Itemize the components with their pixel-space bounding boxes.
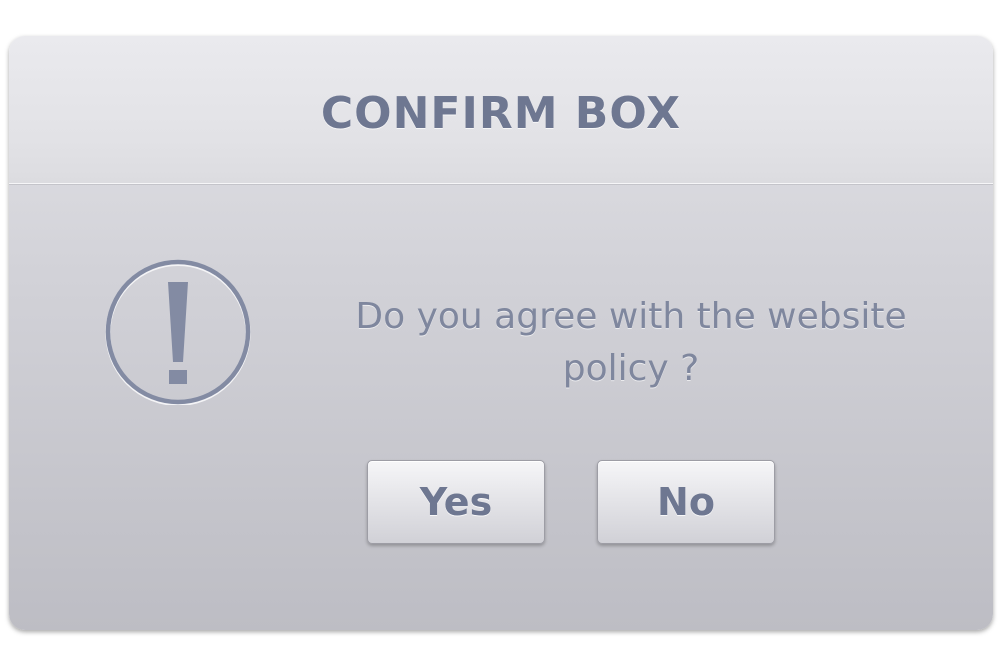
dialog-title: CONFIRM BOX xyxy=(320,88,682,139)
yes-button-label: Yes xyxy=(419,480,493,524)
dialog-header: CONFIRM BOX xyxy=(9,36,993,184)
confirm-dialog: CONFIRM BOX Do you agree with the websit… xyxy=(9,36,993,630)
message-line-2: policy ? xyxy=(562,348,700,389)
exclamation-circle-icon xyxy=(105,259,251,406)
dialog-message: Do you agree with the website policy ? xyxy=(291,291,971,395)
message-line-1: Do you agree with the website xyxy=(355,296,907,337)
yes-button[interactable]: Yes xyxy=(367,460,545,544)
no-button[interactable]: No xyxy=(597,460,775,544)
no-button-label: No xyxy=(657,480,715,524)
